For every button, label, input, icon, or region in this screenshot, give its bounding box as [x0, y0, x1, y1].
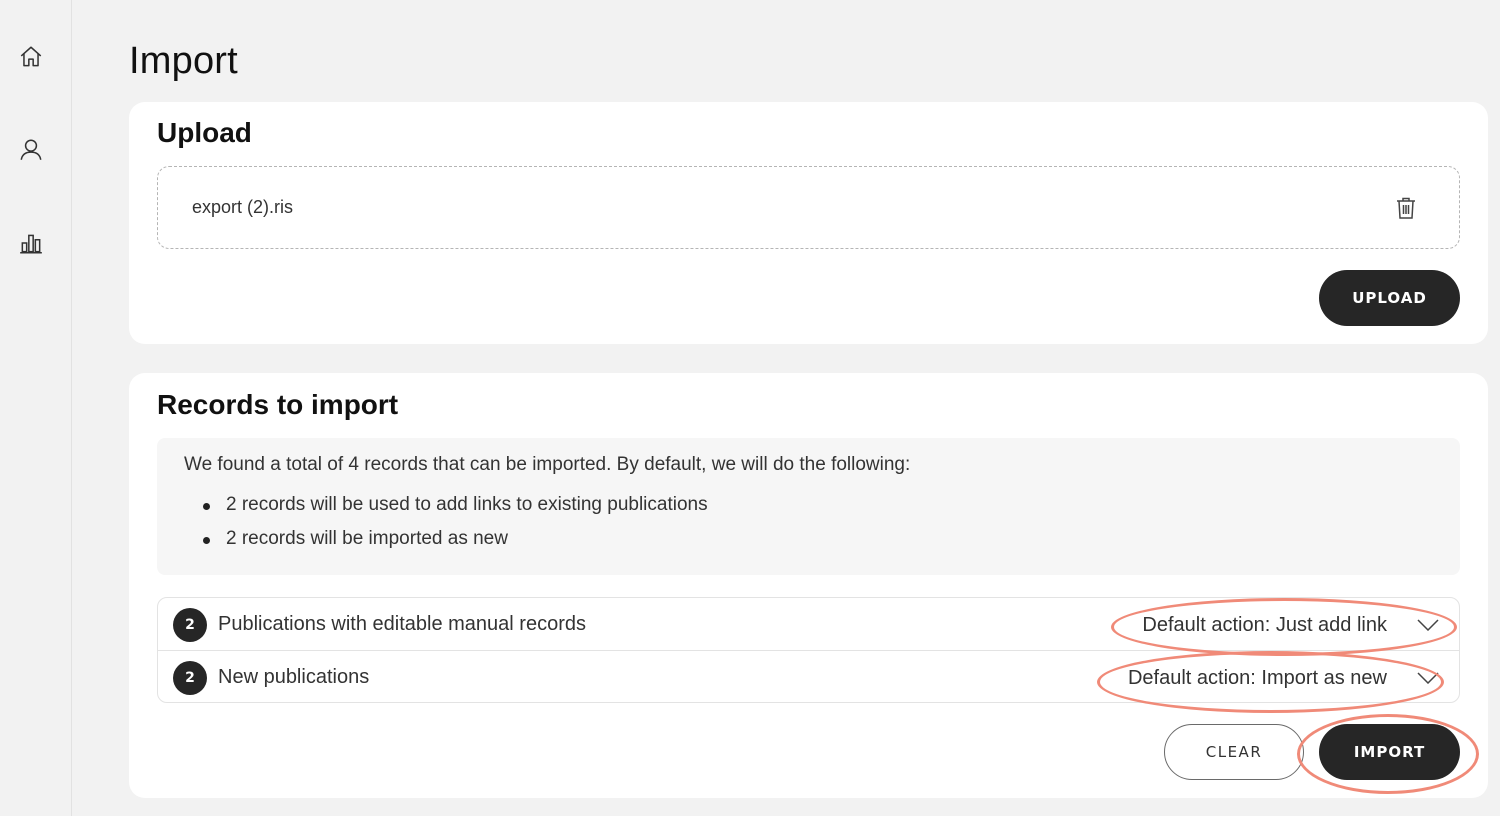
records-title: Records to import — [157, 389, 399, 420]
summary-list: 2 records will be used to add links to e… — [203, 494, 708, 562]
summary-text: We found a total of 4 records that can b… — [184, 454, 911, 475]
chevron-down-icon — [1417, 672, 1439, 684]
action-select-value: Default action: Import as new — [1127, 666, 1387, 689]
group-label: Publications with editable manual record… — [218, 613, 586, 635]
count-badge: 2 — [173, 608, 207, 642]
trash-icon[interactable] — [1395, 196, 1417, 220]
page-title: Import — [129, 40, 238, 82]
file-dropzone[interactable]: export (2).ris — [157, 166, 1460, 249]
upload-card: Upload export (2).ris UPLOAD — [129, 102, 1488, 344]
home-icon[interactable] — [18, 44, 44, 70]
import-summary: We found a total of 4 records that can b… — [157, 438, 1460, 575]
group-label: New publications — [218, 666, 370, 688]
default-action-select[interactable]: Default action: Import as new — [1128, 663, 1439, 693]
bar-chart-icon[interactable] — [18, 230, 44, 256]
group-row-editable-manual: 2 Publications with editable manual reco… — [158, 598, 1459, 650]
default-action-select[interactable]: Default action: Just add link — [1142, 610, 1439, 640]
import-button[interactable]: IMPORT — [1319, 724, 1460, 780]
summary-bullet: 2 records will be used to add links to e… — [203, 494, 708, 528]
summary-bullet: 2 records will be imported as new — [203, 528, 708, 562]
action-select-value: Default action: Just add link — [1142, 613, 1387, 636]
group-row-new-publications: 2 New publications Default action: Impor… — [158, 650, 1459, 702]
record-groups: 2 Publications with editable manual reco… — [157, 597, 1460, 703]
upload-button[interactable]: UPLOAD — [1319, 270, 1460, 326]
uploaded-file-name: export (2).ris — [192, 197, 294, 217]
count-badge: 2 — [173, 661, 207, 695]
chevron-down-icon — [1417, 619, 1439, 631]
records-card: Records to import We found a total of 4 … — [129, 373, 1488, 798]
upload-title: Upload — [157, 117, 252, 148]
clear-button[interactable]: CLEAR — [1164, 724, 1304, 780]
user-icon[interactable] — [18, 137, 44, 163]
sidebar — [0, 0, 72, 816]
